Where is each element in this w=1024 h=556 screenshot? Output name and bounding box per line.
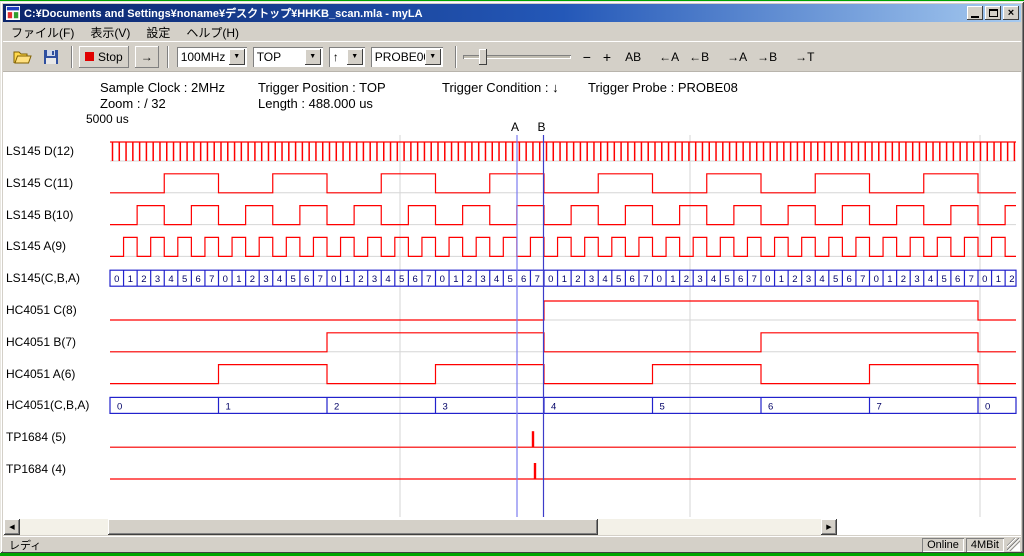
cursor-a-label: A xyxy=(511,120,519,134)
open-button[interactable] xyxy=(9,47,37,67)
set-cursor-b-button[interactable]: →B xyxy=(753,47,781,67)
chevron-down-icon[interactable]: ▼ xyxy=(305,49,321,65)
menu-settings[interactable]: 設定 xyxy=(138,23,178,42)
channel-label: LS145(C,B,A) xyxy=(6,271,80,285)
trigger-position-select[interactable]: TOP ▼ xyxy=(253,47,323,67)
length-info: Length : 488.000 us xyxy=(258,96,373,111)
time-division-label: 5000 us xyxy=(86,112,129,126)
chevron-down-icon[interactable]: ▼ xyxy=(347,49,363,65)
channel-label: LS145 C(11) xyxy=(6,176,73,190)
trigger-probe-info: Trigger Probe : PROBE08 xyxy=(588,80,738,95)
stop-label: Stop xyxy=(98,50,123,64)
toolbar-separator xyxy=(167,46,169,68)
stop-button[interactable]: Stop xyxy=(79,46,129,68)
cursor-b-label: B xyxy=(538,120,546,134)
status-online-badge: Online xyxy=(922,538,964,552)
goto-trigger-button[interactable]: →T xyxy=(791,47,818,67)
zoom-slider[interactable] xyxy=(463,47,571,67)
statusbar: レディ Online 4MBit xyxy=(3,536,1021,552)
channel-label: LS145 B(10) xyxy=(6,208,73,222)
sample-clock-value: 100MHz xyxy=(177,50,229,64)
scroll-right-button[interactable]: ▶ xyxy=(821,519,837,535)
channel-label: TP1684 (4) xyxy=(6,462,66,476)
horizontal-scrollbar[interactable]: ◀ ▶ xyxy=(4,519,837,535)
window-title: C:¥Documents and Settings¥noname¥デスクトップ¥… xyxy=(24,5,965,21)
run-button[interactable]: → xyxy=(135,46,159,68)
probe-value: PROBE00 xyxy=(371,50,425,64)
trigger-edge-select[interactable]: ↑ ▼ xyxy=(329,47,365,67)
chevron-down-icon[interactable]: ▼ xyxy=(229,49,245,65)
goto-cursor-b-button[interactable]: ←B xyxy=(685,47,713,67)
zoom-info: Zoom : / 32 xyxy=(100,96,166,111)
channel-label: HC4051 B(7) xyxy=(6,335,76,349)
scrollbar-track[interactable] xyxy=(20,519,821,535)
status-ready-text: レディ xyxy=(3,537,920,553)
trigger-condition-info: Trigger Condition : ↓ xyxy=(442,80,559,95)
save-floppy-icon xyxy=(43,49,59,65)
zoom-in-button[interactable]: + xyxy=(599,47,615,67)
channel-label: TP1684 (5) xyxy=(6,430,66,444)
trigger-position-value: TOP xyxy=(253,50,305,64)
probe-select[interactable]: PROBE00 ▼ xyxy=(371,47,443,67)
titlebar: C:¥Documents and Settings¥noname¥デスクトップ¥… xyxy=(3,4,1021,22)
zoom-slider-thumb[interactable] xyxy=(479,49,487,65)
scrollbar-thumb[interactable] xyxy=(108,519,598,535)
open-folder-icon xyxy=(13,49,33,65)
menubar: ファイル(F) 表示(V) 設定 ヘルプ(H) xyxy=(3,23,1021,41)
resize-grip-icon[interactable] xyxy=(1007,538,1020,551)
goto-cursor-a-button[interactable]: ←A xyxy=(655,47,683,67)
trigger-edge-value: ↑ xyxy=(329,50,347,64)
minimize-icon xyxy=(971,16,979,18)
zoom-out-button[interactable]: − xyxy=(579,47,595,67)
sample-clock-info: Sample Clock : 2MHz xyxy=(100,80,225,95)
app-icon xyxy=(6,6,20,20)
toolbar-separator xyxy=(455,46,457,68)
maximize-button[interactable] xyxy=(985,6,1001,20)
channel-label: LS145 D(12) xyxy=(6,144,74,158)
toolbar: Stop → 100MHz ▼ TOP ▼ ↑ ▼ PROBE00 ▼ − + … xyxy=(3,41,1021,72)
trigger-position-info: Trigger Position : TOP xyxy=(258,80,386,95)
stop-icon xyxy=(85,52,94,61)
channel-label: LS145 A(9) xyxy=(6,239,66,253)
channel-label: HC4051(C,B,A) xyxy=(6,398,89,412)
channel-label: HC4051 A(6) xyxy=(6,367,75,381)
ab-range-button[interactable]: AB xyxy=(621,47,645,67)
toolbar-separator xyxy=(71,46,73,68)
channel-label: HC4051 C(8) xyxy=(6,303,77,317)
set-cursor-a-button[interactable]: →A xyxy=(723,47,751,67)
maximize-icon xyxy=(989,9,998,17)
menu-file[interactable]: ファイル(F) xyxy=(3,23,82,42)
sample-clock-select[interactable]: 100MHz ▼ xyxy=(177,47,247,67)
status-memory-badge: 4MBit xyxy=(966,538,1004,552)
menu-help[interactable]: ヘルプ(H) xyxy=(178,23,247,42)
minimize-button[interactable] xyxy=(967,6,983,20)
scroll-left-button[interactable]: ◀ xyxy=(4,519,20,535)
chevron-down-icon[interactable]: ▼ xyxy=(425,49,441,65)
save-button[interactable] xyxy=(39,47,63,67)
close-button[interactable]: × xyxy=(1003,6,1019,20)
menu-view[interactable]: 表示(V) xyxy=(82,23,138,42)
main-content xyxy=(3,72,1021,535)
app-window: C:¥Documents and Settings¥noname¥デスクトップ¥… xyxy=(0,1,1024,553)
